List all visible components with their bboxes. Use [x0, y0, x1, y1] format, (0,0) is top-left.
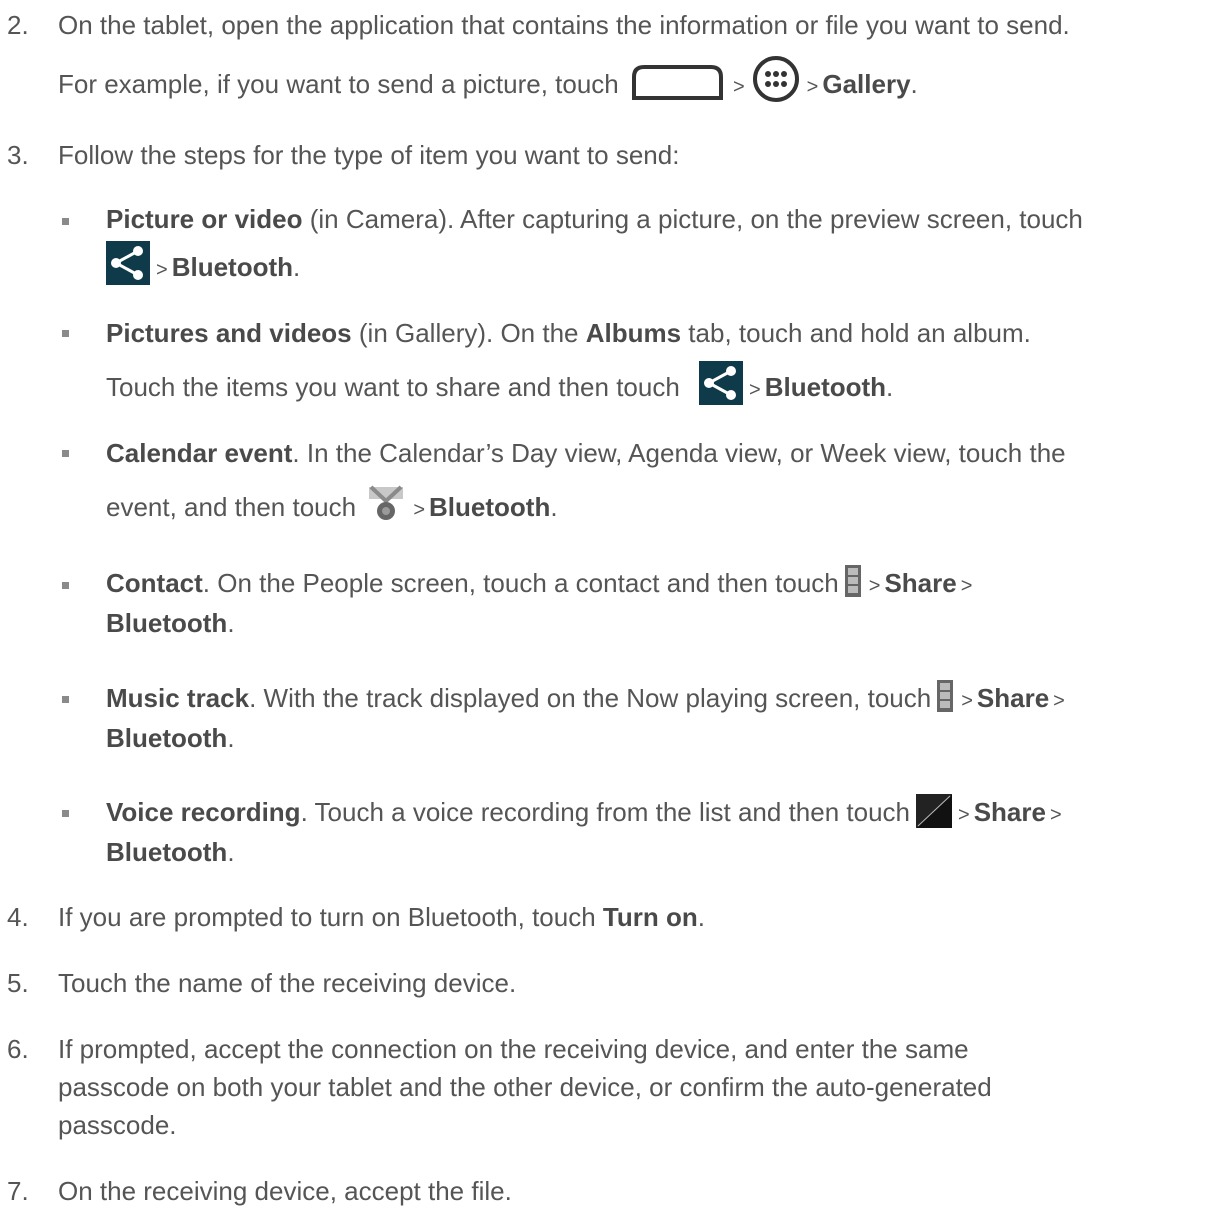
step-text: On the tablet, open the application that…: [58, 10, 1070, 40]
step-text: If prompted, accept the connection on th…: [58, 1034, 969, 1064]
step-text: passcode on both your tablet and the oth…: [58, 1072, 992, 1102]
share-icon: [106, 241, 150, 286]
step-text: Touch the name of the receiving device.: [58, 968, 517, 998]
list-item-continuation: Touch the items you want to share and th…: [106, 361, 893, 406]
calendar-share-icon: [367, 483, 405, 523]
voice-menu-icon: [916, 794, 953, 829]
bullet-marker: [62, 450, 69, 457]
list-item: Contact. On the People screen, touch a c…: [106, 565, 976, 601]
list-item-continuation: event, and then touch > Bluetooth.: [106, 485, 558, 525]
apps-icon: [751, 54, 801, 104]
bullet-marker: [62, 582, 69, 589]
bullet-marker: [62, 330, 69, 337]
list-item: Calendar event. In the Calendar’s Day vi…: [106, 438, 1066, 468]
list-item: Pictures and videos (in Gallery). On the…: [106, 318, 1031, 348]
menu-icon: [937, 680, 954, 713]
list-item-continuation: Bluetooth.: [106, 608, 235, 638]
step-number: 3.: [7, 140, 29, 170]
list-item: Voice recording. Touch a voice recording…: [106, 794, 1066, 830]
list-item-continuation: Bluetooth.: [106, 837, 235, 867]
bullet-marker: [62, 696, 69, 703]
example-text: For example, if you want to send a pictu…: [58, 68, 619, 99]
step-number: 2.: [7, 10, 29, 40]
step-text: passcode.: [58, 1110, 177, 1140]
step-text: On the receiving device, accept the file…: [58, 1176, 512, 1206]
bullet-marker: [62, 218, 69, 225]
bullet-marker: [62, 810, 69, 817]
step-number: 4.: [7, 902, 29, 932]
step-number: 5.: [7, 968, 29, 998]
share-icon: [699, 361, 744, 406]
step-number: 6.: [7, 1034, 29, 1064]
document-page: 2. On the tablet, open the application t…: [0, 0, 1220, 1207]
list-item: Music track. With the track displayed on…: [106, 680, 1069, 716]
separator: >: [806, 75, 819, 98]
list-item-continuation: Bluetooth.: [106, 723, 235, 753]
step-text: If you are prompted to turn on Bluetooth…: [58, 902, 705, 932]
separator: >: [732, 75, 745, 98]
home-icon: [630, 63, 725, 101]
gallery-label: Gallery: [822, 68, 911, 99]
menu-icon: [844, 565, 861, 598]
example-line: For example, if you want to send a pictu…: [58, 56, 918, 104]
step-text: Follow the steps for the type of item yo…: [58, 140, 680, 170]
list-item: Picture or video (in Camera). After capt…: [106, 204, 1083, 234]
list-item-continuation: > Bluetooth.: [106, 241, 300, 286]
step-number: 7.: [7, 1176, 29, 1206]
